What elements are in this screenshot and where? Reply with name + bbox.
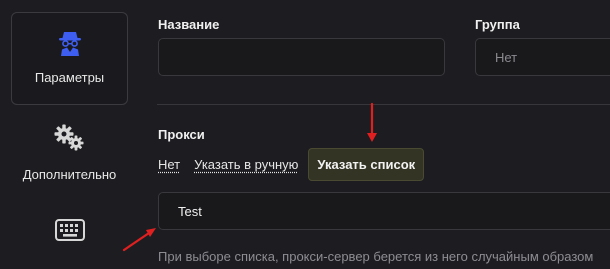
proxy-tab-list[interactable]: Указать список — [308, 148, 425, 181]
name-label: Название — [158, 17, 220, 32]
proxy-list-input[interactable]: Test — [158, 192, 610, 230]
nav-item-advanced[interactable]: Дополнительно — [11, 124, 128, 194]
proxy-label: Прокси — [158, 127, 205, 142]
app-window: Параметры Дополнительно Название Группа … — [0, 0, 610, 269]
group-select[interactable]: Нет — [475, 38, 610, 76]
proxy-tab-none[interactable]: Нет — [158, 157, 180, 172]
nav-item-label: Дополнительно — [22, 167, 117, 182]
gears-icon — [54, 124, 83, 151]
nav-item-keyboard[interactable] — [11, 219, 128, 249]
keyboard-icon — [54, 219, 85, 241]
section-divider — [157, 104, 610, 105]
nav-item-label: Параметры — [34, 70, 105, 85]
main-panel: Название Группа Нет Прокси Нет Указать в… — [140, 0, 610, 269]
name-input[interactable] — [158, 38, 445, 76]
sidebar-nav: Параметры Дополнительно — [0, 0, 140, 269]
group-label: Группа — [475, 17, 520, 32]
proxy-mode-tabs: Нет Указать в ручную Указать список — [158, 148, 425, 181]
nav-item-parameters[interactable]: Параметры — [11, 12, 128, 105]
proxy-hint-text: При выборе списка, прокси-сервер берется… — [158, 249, 594, 264]
spy-agent-icon — [58, 32, 81, 56]
proxy-tab-manual[interactable]: Указать в ручную — [194, 157, 298, 172]
